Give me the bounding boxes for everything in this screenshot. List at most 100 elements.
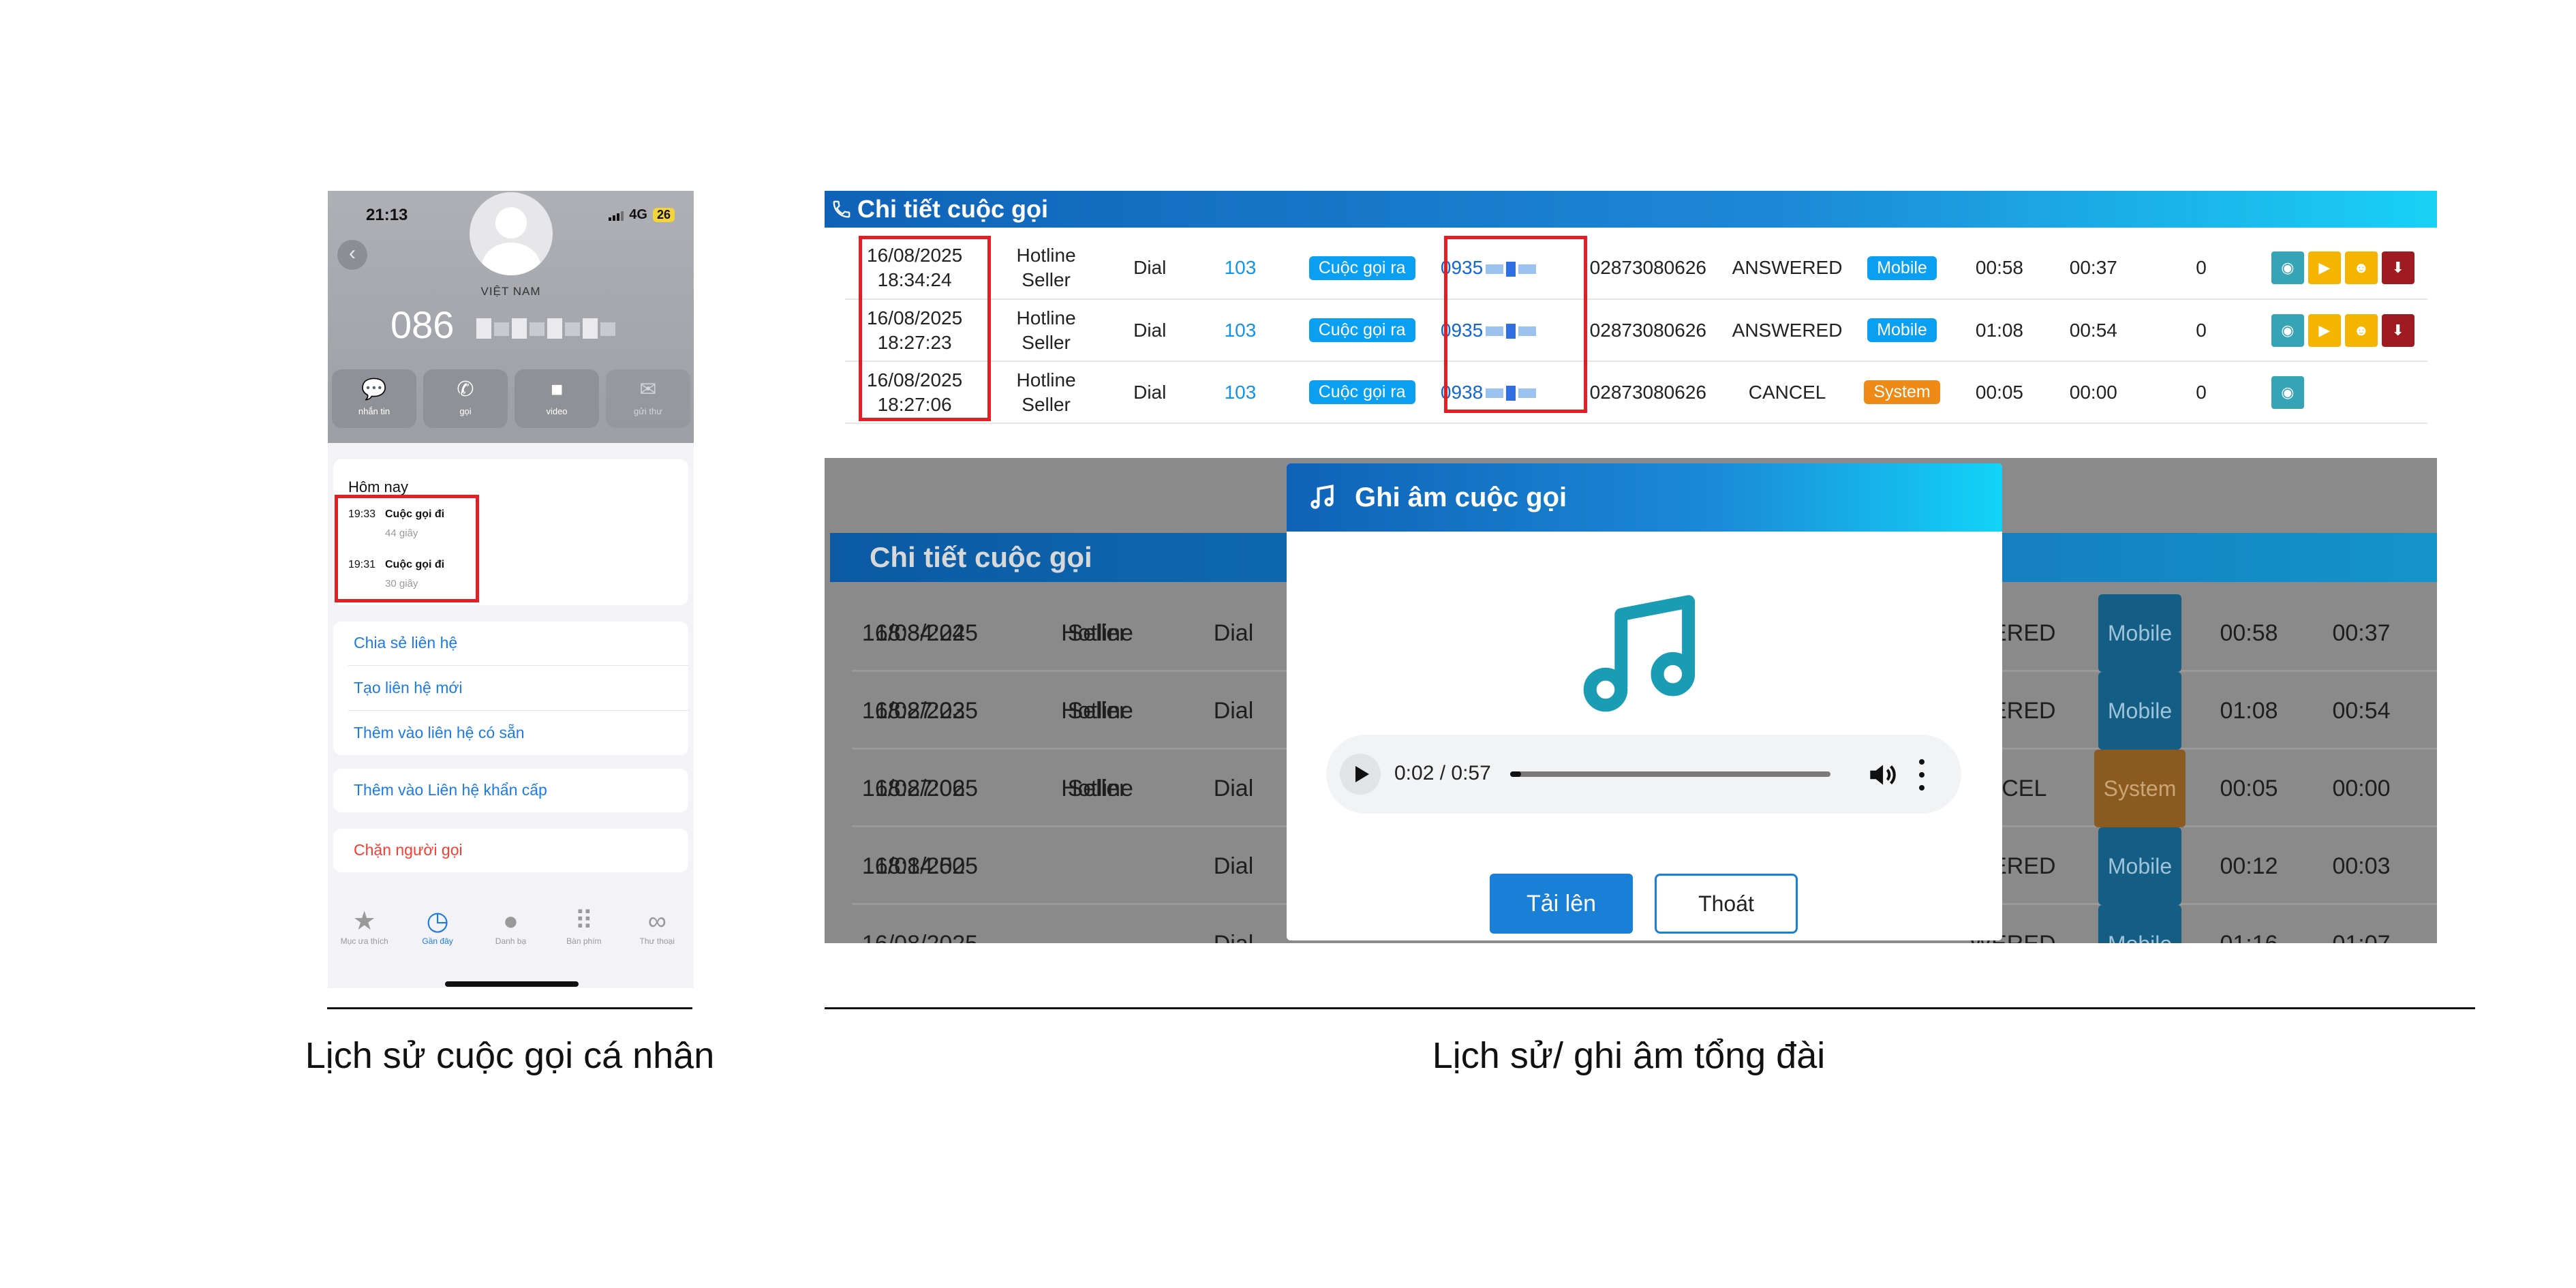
highlight-box <box>859 236 991 421</box>
play-icon[interactable]: ▶ <box>2307 313 2341 347</box>
music-note-icon <box>1583 595 1696 712</box>
call-extension[interactable]: 103 <box>1192 237 1289 299</box>
network-label: 4G <box>629 207 647 222</box>
call-type: Cuộc gọi ra <box>1289 237 1435 299</box>
call-status: CANCEL <box>1748 381 1826 403</box>
audio-player: 0:02 / 0:57 <box>1326 735 1961 814</box>
source-line-1: Hotline <box>1016 245 1076 266</box>
robot-icon[interactable]: ☻ <box>2344 251 2378 284</box>
caption-right: Lịch sử/ ghi âm tổng đài <box>1432 1035 1826 1076</box>
table-row: 16/08/2025 18:27:06 Hotline Seller Dial 103 Cu… <box>845 361 2427 423</box>
video-button[interactable]: ■ video <box>515 369 599 428</box>
add-existing-contact-link[interactable]: Thêm vào liên hệ có sẵn <box>354 724 525 742</box>
call-status: ANSWERED <box>1732 257 1843 278</box>
call-network: System <box>1850 361 1954 423</box>
play-icon[interactable]: ▶ <box>2307 251 2341 284</box>
call-dial: Dial <box>1133 319 1167 341</box>
battery-icon: 26 <box>652 208 675 222</box>
tab-label: Thư thoại <box>639 936 675 946</box>
network-badge: Mobile <box>1867 256 1937 280</box>
bg-dial: Dial <box>1213 620 1254 646</box>
contact-actions: 💬 nhắn tin ✆ gọi ■ video ✉ gửi thư <box>332 369 690 428</box>
call-duration-talk: 00:37 <box>2069 257 2117 278</box>
download-icon[interactable]: ⬇ <box>2381 313 2414 347</box>
call-button[interactable]: ✆ gọi <box>423 369 508 428</box>
divider <box>348 665 688 666</box>
emergency-card: Thêm vào Liên hệ khẩn cấp <box>333 769 688 812</box>
bg-duration-total: 00:05 <box>2220 776 2278 801</box>
tab-contacts[interactable]: ● Danh bạ <box>476 906 545 946</box>
phone-icon <box>833 200 850 218</box>
play-button[interactable] <box>1340 754 1381 795</box>
contact-options-card: Chia sẻ liên hệ Tạo liên hệ mới Thêm vào… <box>333 622 688 755</box>
contacts-icon: ● <box>502 907 519 936</box>
player-time: 0:02 / 0:57 <box>1394 762 1491 784</box>
call-count: 0 <box>2196 381 2207 403</box>
music-note-icon <box>1310 485 1334 509</box>
bg-network: Mobile <box>2079 594 2201 672</box>
bg-duration-total: 00:12 <box>2220 853 2278 879</box>
bg-source <box>1029 905 1165 943</box>
phone-call-history: 21:13 4G 26 ‹ VIỆT NAM 086 💬 nhắn tin ✆ … <box>328 191 694 988</box>
highlight-box <box>1444 236 1587 413</box>
home-indicator <box>445 981 579 987</box>
bg-duration-talk: 00:37 <box>2332 620 2391 646</box>
new-contact-link[interactable]: Tạo liên hệ mới <box>354 679 463 697</box>
call-duration-total: 00:05 <box>1975 381 2023 403</box>
recording-screen: Chi tiết cuộc gọi 16/08/2025 18:34:24 Hotl… <box>825 458 2437 943</box>
masked-number <box>476 318 615 339</box>
tab-voicemail[interactable]: ∞ Thư thoại <box>623 906 691 946</box>
video-icon: ■ <box>550 378 564 401</box>
contact-header: 21:13 4G 26 ‹ VIỆT NAM 086 💬 nhắn tin ✆ … <box>328 191 694 443</box>
video-label: video <box>546 406 568 416</box>
tab-label: Bàn phím <box>566 936 602 946</box>
source-line-2: Seller <box>1022 269 1071 290</box>
row-actions: ◉ ▶ ☻ ⬇ <box>2260 299 2427 361</box>
message-icon: 💬 <box>361 378 387 401</box>
call-count: 0 <box>2196 257 2207 278</box>
call-type-badge: Cuộc gọi ra <box>1308 380 1415 404</box>
back-button[interactable]: ‹ <box>337 240 367 270</box>
status-indicators: 4G 26 <box>609 207 675 223</box>
call-table: 16/08/2025 18:34:24 Hotline Seller Dial 103 Cu… <box>845 237 2427 424</box>
view-icon[interactable]: ◉ <box>2271 251 2304 284</box>
block-card: Chặn người gọi <box>333 829 688 872</box>
bg-network: System <box>2079 750 2201 827</box>
view-icon[interactable]: ◉ <box>2271 375 2304 409</box>
bg-datetime: 16/08/2025 18:14:50 <box>861 853 979 879</box>
tab-favorites[interactable]: ★ Mục ưa thích <box>331 906 399 946</box>
hotline-number: 02873080626 <box>1589 257 1706 278</box>
call-extension[interactable]: 103 <box>1192 361 1289 423</box>
bg-source: Hotline Seller <box>1061 698 1133 724</box>
mail-button[interactable]: ✉ gửi thư <box>606 369 690 428</box>
upload-button[interactable]: Tải lên <box>1490 874 1633 934</box>
hotline-number: 02873080626 <box>1589 319 1706 341</box>
robot-icon[interactable]: ☻ <box>2344 313 2378 347</box>
share-contact-link[interactable]: Chia sẻ liên hệ <box>354 634 457 652</box>
emergency-contact-link[interactable]: Thêm vào Liên hệ khẩn cấp <box>354 781 547 799</box>
message-button[interactable]: 💬 nhắn tin <box>332 369 416 428</box>
bg-dial: Dial <box>1213 698 1254 724</box>
network-badge: Mobile <box>1867 318 1937 342</box>
download-icon[interactable]: ⬇ <box>2381 251 2414 284</box>
call-source: Hotline Seller <box>984 299 1108 361</box>
volume-icon[interactable] <box>1865 758 1899 792</box>
call-label: gọi <box>459 406 472 416</box>
source-line-2: Seller <box>1022 331 1071 353</box>
tab-recents[interactable]: ◷ Gần đây <box>403 906 472 946</box>
call-extension[interactable]: 103 <box>1192 299 1289 361</box>
exit-button[interactable]: Thoát <box>1655 874 1798 934</box>
more-options-icon[interactable] <box>1918 759 1926 791</box>
keypad-icon: ⠿ <box>574 907 594 936</box>
progress-track[interactable] <box>1510 771 1830 777</box>
view-icon[interactable]: ◉ <box>2271 313 2304 347</box>
block-caller-link[interactable]: Chặn người gọi <box>354 841 463 859</box>
row-actions: ◉ <box>2260 361 2427 423</box>
call-source: Hotline Seller <box>984 361 1108 423</box>
tab-label: Mục ưa thích <box>340 936 388 946</box>
call-network: Mobile <box>1850 237 1954 299</box>
tab-keypad[interactable]: ⠿ Bàn phím <box>550 906 618 946</box>
call-type-badge: Cuộc gọi ra <box>1308 318 1415 342</box>
dialog-title: Ghi âm cuộc gọi <box>1355 482 1567 512</box>
call-network: Mobile <box>1850 299 1954 361</box>
